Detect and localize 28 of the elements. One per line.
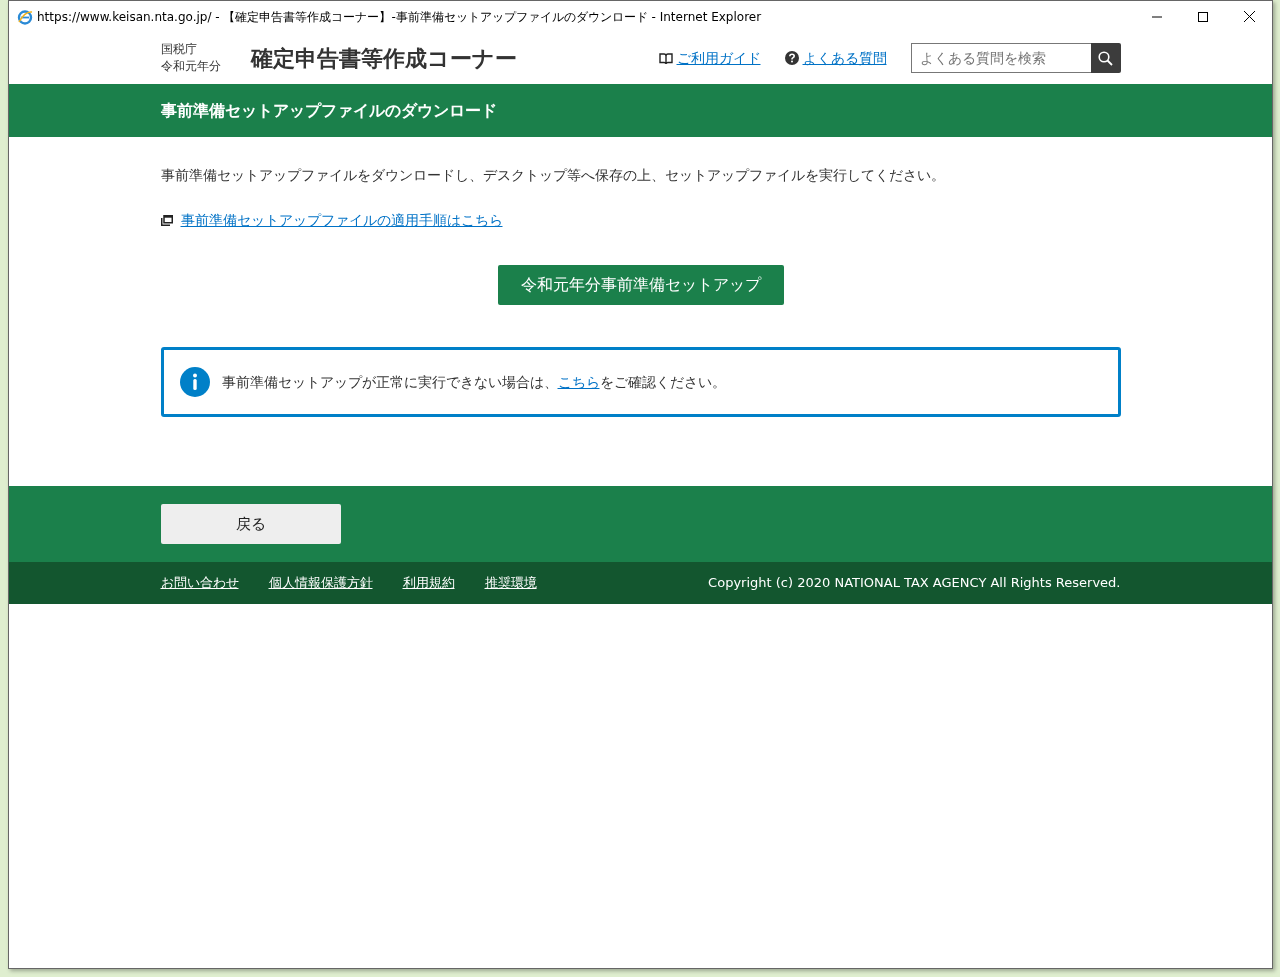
info-icon	[179, 367, 210, 397]
footer-link[interactable]: お問い合わせ	[160, 573, 239, 593]
footer-link[interactable]: 利用規約	[402, 573, 455, 593]
footer-link[interactable]: 推奨環境	[484, 573, 537, 593]
agency-name: 国税庁	[160, 41, 198, 58]
intro-text: 事前準備セットアップファイルをダウンロードし、デスクトップ等へ保存の上、セットアップファイルを実行してください。	[160, 166, 946, 185]
window-title: https://www.keisan.nta.go.jp/ - 【確定申告書等作成コーナー】-事前準備セットアップファイルのダウンロード - Internet Explorer	[37, 8, 763, 26]
browser-logo-icon	[17, 8, 33, 25]
back-button[interactable]: 戻る	[160, 504, 341, 544]
tax-year: 令和元年分	[160, 58, 221, 75]
notice-link[interactable]: こちら	[557, 373, 600, 390]
new-window-icon	[160, 215, 173, 226]
search-icon	[1098, 50, 1113, 66]
help-icon	[784, 51, 799, 65]
copyright-text: Copyright (c) 2020 NATIONAL TAX AGENCY All Rights Reserved.	[708, 574, 1121, 593]
procedure-link[interactable]: 事前準備セットアップファイルの適用手順はこちら	[180, 210, 503, 231]
page-title: 事前準備セットアップファイルのダウンロード	[160, 100, 497, 121]
search-button[interactable]	[1090, 43, 1121, 73]
footer-link[interactable]: 個人情報保護方針	[268, 573, 373, 593]
notice-text: 事前準備セットアップが正常に実行できない場合は、こちら をご確認ください。	[221, 372, 726, 392]
guide-link[interactable]: ご利用ガイド	[676, 47, 761, 69]
maximize-icon	[1198, 11, 1208, 22]
book-icon	[658, 51, 673, 65]
search-field[interactable]: よくある質問を検索	[910, 43, 1091, 73]
setup-download-button[interactable]: 令和元年分事前準備セットアップ	[497, 265, 784, 305]
site-title: 確定申告書等作成コーナー	[250, 44, 518, 73]
close-icon	[1243, 11, 1255, 22]
faq-link[interactable]: よくある質問	[802, 47, 887, 69]
